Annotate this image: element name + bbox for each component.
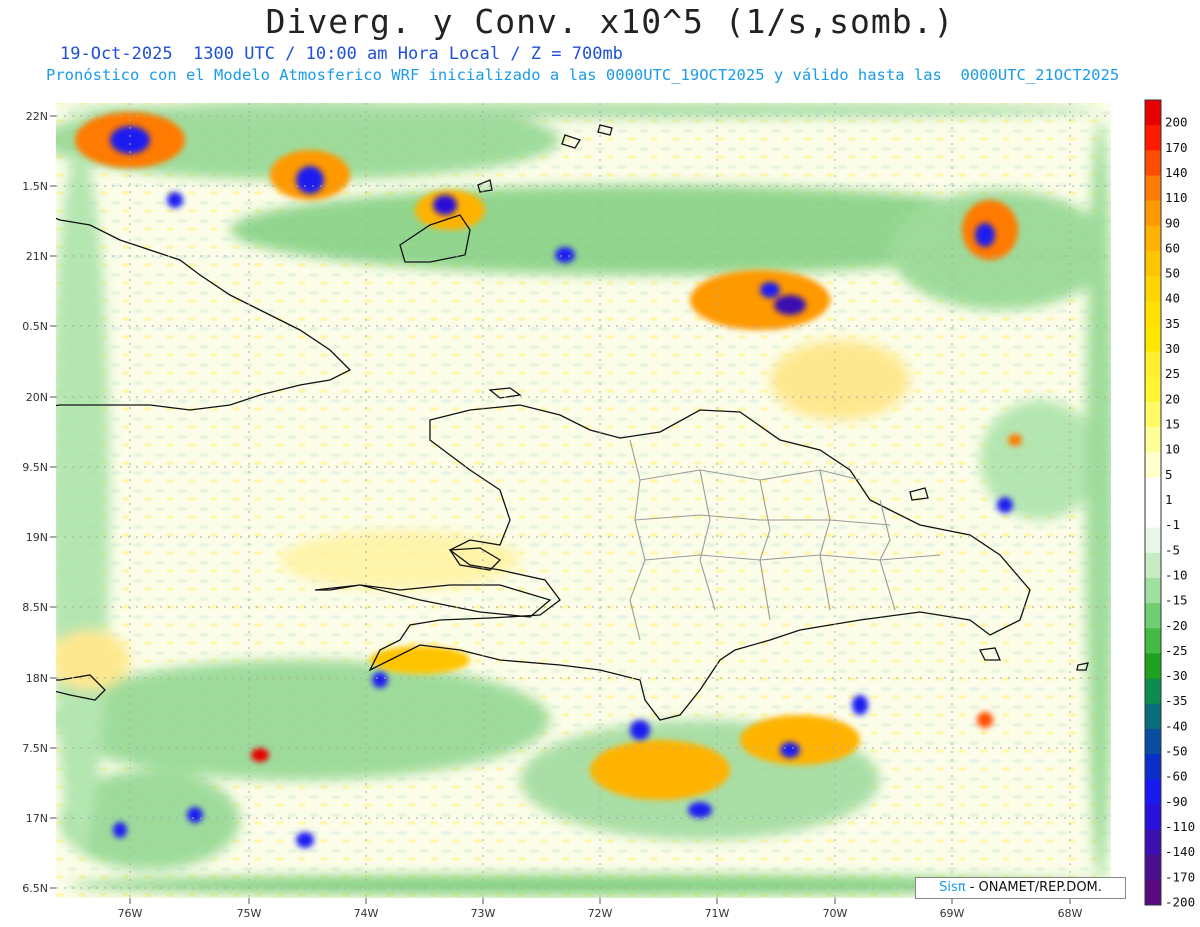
colorbar-swatch <box>1145 200 1161 227</box>
colorbar-swatch <box>1145 502 1161 529</box>
colorbar-swatch <box>1145 301 1161 327</box>
lat-label: 9.5N <box>22 461 48 474</box>
run-time-subtitle: 19-Oct-2025 1300 UTC / 10:00 am Hora Loc… <box>60 44 623 64</box>
lon-label: 69W <box>940 907 965 920</box>
colorbar-swatch <box>1145 225 1161 252</box>
colorbar-swatch <box>1145 678 1161 705</box>
colorbar-swatch <box>1145 603 1161 629</box>
colorbar-label: 1 <box>1165 492 1173 507</box>
colorbar-swatch <box>1145 175 1161 202</box>
lon-label: 70W <box>823 907 848 920</box>
colorbar-label: 90 <box>1165 215 1180 230</box>
colorbar-label: -60 <box>1165 769 1188 784</box>
colorbar-label: -170 <box>1165 869 1195 884</box>
colorbar-label: -1 <box>1165 517 1180 532</box>
colorbar-swatch <box>1145 703 1161 730</box>
colorbar-label: 15 <box>1165 417 1180 432</box>
colorbar-label: -15 <box>1165 593 1188 608</box>
colorbar-label: 40 <box>1165 291 1180 306</box>
colorbar-swatch <box>1145 125 1161 151</box>
credit-brand: Sisπ <box>939 880 966 895</box>
lon-label: 68W <box>1058 907 1083 920</box>
colorbar-swatch <box>1145 879 1161 906</box>
colorbar-swatch <box>1145 150 1161 176</box>
lon-label: 73W <box>471 907 496 920</box>
colorbar-label: -30 <box>1165 668 1188 683</box>
colorbar-label: 35 <box>1165 316 1180 331</box>
colorbar-swatch <box>1145 250 1161 277</box>
colorbar-swatch <box>1145 653 1161 680</box>
lat-label: 7.5N <box>22 742 48 755</box>
colorbar-swatch <box>1145 477 1161 503</box>
colorbar-swatch <box>1145 326 1161 353</box>
colorbar-label: -110 <box>1165 819 1195 834</box>
colorbar: 200 170 140 110 90 60 50 40 35 30 25 20 15 10 5 1 -1 -5 -1… <box>1144 99 1195 909</box>
colorbar-swatch <box>1145 754 1161 780</box>
colorbar-label: -90 <box>1165 794 1188 809</box>
colorbar-swatch <box>1145 427 1161 453</box>
lat-label: 0.5N <box>22 320 48 333</box>
lat-label: 18N <box>26 672 48 685</box>
lon-label: 76W <box>118 907 143 920</box>
lon-label: 71W <box>705 907 730 920</box>
model-info-subtitle: Pronóstico con el Modelo Atmosferico WRF… <box>46 66 1120 84</box>
colorbar-swatch <box>1145 779 1161 805</box>
colorbar-label: 10 <box>1165 442 1180 457</box>
lon-label: 75W <box>237 907 262 920</box>
colorbar-swatch <box>1145 577 1161 604</box>
colorbar-label: -20 <box>1165 618 1188 633</box>
lat-label: 22N <box>26 110 48 123</box>
colorbar-label: -35 <box>1165 693 1188 708</box>
colorbar-swatch <box>1145 804 1161 831</box>
colorbar-label: 170 <box>1165 140 1188 155</box>
colorbar-swatch <box>1145 552 1161 579</box>
lat-label: 1.5N <box>22 180 48 193</box>
colorbar-label: 25 <box>1165 366 1180 381</box>
colorbar-label: -200 <box>1165 894 1195 909</box>
lat-label: 19N <box>26 531 48 544</box>
colorbar-label: 60 <box>1165 240 1180 255</box>
colorbar-label: -10 <box>1165 567 1188 582</box>
colorbar-swatch <box>1145 829 1161 856</box>
colorbar-label: 140 <box>1165 165 1188 180</box>
lat-label: 21N <box>26 250 48 263</box>
credit-box: Sisπ - ONAMET/REP.DOM. <box>915 877 1126 899</box>
colorbar-label: -5 <box>1165 542 1180 557</box>
longitude-axis: 76W 75W 74W 73W 72W 71W 70W 69W 68W <box>118 898 1083 920</box>
colorbar-label: 110 <box>1165 190 1188 205</box>
colorbar-label: -25 <box>1165 643 1188 658</box>
colorbar-swatch <box>1145 854 1161 881</box>
colorbar-swatch <box>1145 351 1161 378</box>
lat-label: 6.5N <box>22 882 48 895</box>
colorbar-label: 50 <box>1165 266 1180 281</box>
colorbar-swatch <box>1145 401 1161 428</box>
latitude-axis: 22N 1.5N 21N 0.5N 20N 9.5N 19N 8.5N 18N 7.5N 17N 6.… <box>22 110 56 895</box>
colorbar-swatch <box>1145 728 1161 755</box>
lat-label: 20N <box>26 391 48 404</box>
colorbar-swatch <box>1145 452 1161 478</box>
weather-map: 22N 1.5N 21N 0.5N 20N 9.5N 19N 8.5N 18N 7.5N 17N 6.… <box>22 99 1195 920</box>
colorbar-label: 5 <box>1165 467 1173 482</box>
lat-label: 17N <box>26 812 48 825</box>
lon-label: 74W <box>354 907 379 920</box>
lat-label: 8.5N <box>22 601 48 614</box>
colorbar-swatch <box>1145 628 1161 654</box>
colorbar-label: 30 <box>1165 341 1180 356</box>
divergence-field <box>56 103 1111 898</box>
colorbar-label: 20 <box>1165 391 1180 406</box>
colorbar-label: -140 <box>1165 844 1195 859</box>
colorbar-label: -40 <box>1165 718 1188 733</box>
colorbar-label: 200 <box>1165 115 1188 130</box>
colorbar-swatch <box>1145 376 1161 403</box>
credit-text: - ONAMET/REP.DOM. <box>969 880 1102 895</box>
chart-title: Diverg. y Conv. x10^5 (1/s,somb.) <box>265 2 955 41</box>
colorbar-swatch <box>1145 100 1161 126</box>
lon-label: 72W <box>588 907 613 920</box>
colorbar-swatch <box>1145 527 1161 554</box>
colorbar-swatch <box>1145 276 1161 302</box>
colorbar-label: -50 <box>1165 744 1188 759</box>
